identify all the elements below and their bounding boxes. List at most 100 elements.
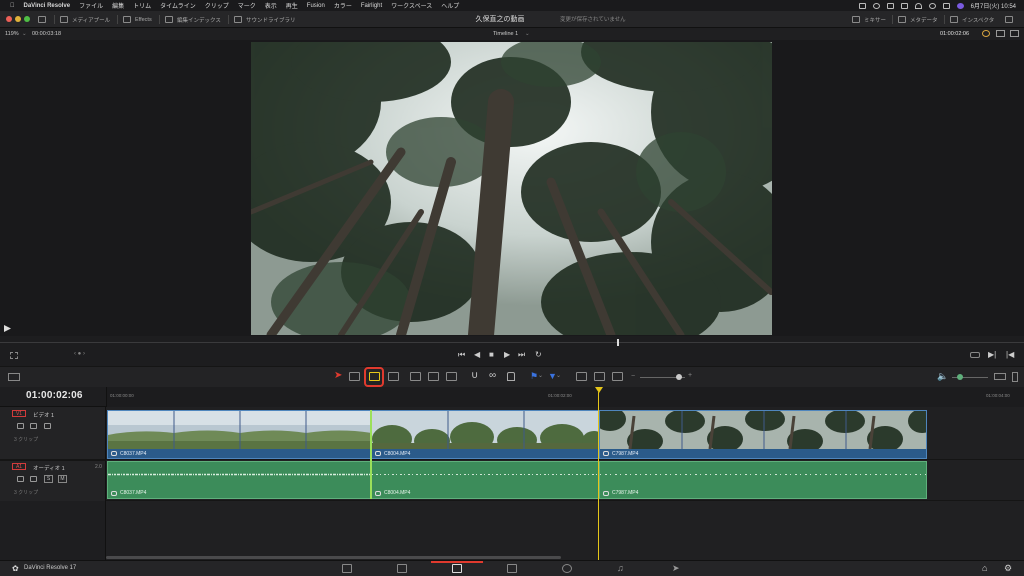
mute-button[interactable]: M (58, 475, 67, 483)
menu-clip[interactable]: クリップ (205, 1, 229, 10)
zoom-out-icon[interactable]: − (631, 373, 635, 380)
timeline-selector[interactable]: Timeline 1 (493, 31, 518, 37)
window-close-button[interactable] (6, 16, 12, 22)
zoom-full-icon[interactable] (576, 372, 587, 381)
snapping-icon[interactable]: ∪ (471, 370, 478, 381)
wifi-icon[interactable] (914, 2, 922, 9)
color-page-icon[interactable] (562, 564, 572, 573)
apple-logo-icon[interactable]:  (10, 3, 15, 9)
menu-fairlight[interactable]: Fairlight (361, 3, 382, 9)
menu-fusion[interactable]: Fusion (307, 3, 325, 9)
viewer-mode-icon[interactable] (10, 352, 18, 359)
video-clip[interactable]: C7987.MP4 (599, 410, 927, 459)
zoom-level[interactable]: 119% (5, 31, 19, 37)
bluetooth-icon[interactable] (900, 2, 908, 9)
dropbox-icon[interactable] (858, 2, 866, 9)
marker-chevron-icon[interactable]: ⌄ (556, 372, 561, 379)
cut-page-icon[interactable] (397, 564, 407, 573)
video-clip[interactable]: C8004.MP4 (371, 410, 599, 459)
timeline-view-options-icon[interactable] (8, 373, 20, 381)
flag-chevron-icon[interactable]: ⌄ (538, 372, 543, 379)
audio-track-header[interactable]: A1 オーディオ 1 2.0 S M 3 クリップ (0, 461, 106, 501)
flag-icon[interactable]: ⚑ (530, 371, 538, 382)
prev-next-nav-icon[interactable]: ‹ ● › (74, 351, 85, 357)
viewer-layout-icon[interactable] (996, 30, 1005, 37)
menu-edit[interactable]: 編集 (112, 1, 124, 10)
home-icon[interactable]: ⌂ (982, 563, 987, 573)
position-lock-icon[interactable] (507, 372, 515, 381)
record-icon[interactable] (872, 2, 880, 9)
menu-playback[interactable]: 再生 (286, 1, 298, 10)
siri-icon[interactable] (956, 2, 964, 9)
menu-color[interactable]: カラー (334, 1, 352, 10)
panel-toggle-button[interactable] (38, 15, 46, 24)
stop-icon[interactable]: ■ (489, 350, 494, 359)
blade-icon[interactable] (388, 372, 399, 381)
zoom-detail-icon[interactable] (594, 372, 605, 381)
audio-meter-icon[interactable] (994, 373, 1006, 380)
sound-library-button[interactable]: サウンドライブラリ (234, 15, 296, 24)
jog-bar[interactable] (0, 342, 1024, 343)
settings-icon[interactable]: ⚙ (1004, 563, 1012, 574)
menu-mark[interactable]: マーク (238, 1, 256, 10)
last-frame-icon[interactable]: |◀ (1006, 350, 1014, 359)
zoom-in-icon[interactable]: + (688, 372, 692, 379)
zoom-slider-handle[interactable] (676, 374, 682, 380)
edit-point-marker[interactable] (370, 410, 372, 499)
meter-toggle-icon[interactable] (1012, 372, 1018, 382)
color-dots-icon[interactable] (982, 30, 990, 37)
audio-track-name[interactable]: オーディオ 1 (33, 464, 65, 472)
replace-clip-icon[interactable] (446, 372, 457, 381)
next-frame-icon[interactable]: ▶| (988, 350, 996, 359)
audio-clip[interactable]: C8037.MP4 (107, 461, 371, 499)
insert-clip-icon[interactable] (410, 372, 421, 381)
selection-arrow-icon[interactable]: ➤ (334, 370, 342, 381)
effects-button[interactable]: Effects (123, 15, 152, 24)
media-pool-button[interactable]: メディアプール (60, 15, 110, 24)
timeline-chevron-icon[interactable]: ⌄ (525, 31, 530, 37)
dynamic-trim-icon[interactable] (369, 372, 380, 381)
viewer-options-icon[interactable] (1010, 30, 1019, 37)
play-reverse-icon[interactable]: ◀ (474, 350, 480, 359)
metadata-button[interactable]: メタデータ (898, 15, 938, 24)
mixer-button[interactable]: ミキサー (852, 15, 886, 24)
inspector-button[interactable]: インスペクタ (950, 15, 994, 24)
timeline-scrollbar[interactable] (106, 556, 561, 559)
window-zoom-button[interactable] (24, 16, 30, 22)
menubar-clock[interactable]: 6月7日(火) 10:54 (971, 1, 1016, 10)
audio-clip[interactable]: C8004.MP4 (371, 461, 599, 499)
zoom-chevron-icon[interactable]: ⌄ (22, 31, 27, 37)
audio-track-tag[interactable]: A1 (12, 463, 26, 470)
edit-index-button[interactable]: 編集インデックス (165, 15, 221, 24)
playhead-line[interactable] (598, 392, 599, 560)
auto-track-select-icon[interactable] (30, 423, 37, 429)
menu-app-name[interactable]: DaVinci Resolve (24, 3, 71, 9)
menu-help[interactable]: ヘルプ (441, 1, 459, 10)
keyboard-input-icon[interactable] (886, 2, 894, 9)
jog-playhead[interactable] (617, 339, 619, 346)
audio-clip[interactable]: C7987.MP4 (599, 461, 927, 499)
menu-trim[interactable]: トリム (133, 1, 151, 10)
panel-toggle-right-button[interactable] (1005, 15, 1013, 24)
deliver-page-icon[interactable]: ➤ (672, 563, 680, 574)
menu-file[interactable]: ファイル (79, 1, 103, 10)
edit-page-icon[interactable] (452, 564, 462, 573)
fusion-page-icon[interactable] (507, 564, 517, 573)
menu-workspace[interactable]: ワークスペース (391, 1, 432, 10)
match-frame-icon[interactable] (970, 352, 980, 358)
control-center-icon[interactable] (942, 2, 950, 9)
menu-timeline[interactable]: タイムライン (160, 1, 196, 10)
play-icon[interactable]: ▶ (504, 350, 510, 359)
linked-selection-icon[interactable]: ∞ (489, 370, 496, 381)
video-clip[interactable]: C8037.MP4 (107, 410, 371, 459)
video-track-header[interactable]: V1 ビデオ 1 3 クリップ (0, 407, 106, 459)
volume-icon[interactable]: 🔈 (937, 371, 948, 382)
solo-button[interactable]: S (44, 475, 53, 483)
zoom-icon[interactable] (612, 372, 623, 381)
menu-view[interactable]: 表示 (265, 1, 277, 10)
video-frame[interactable] (251, 42, 772, 335)
volume-slider-handle[interactable] (957, 374, 963, 380)
video-track-name[interactable]: ビデオ 1 (33, 411, 54, 419)
video-track-tag[interactable]: V1 (12, 410, 26, 417)
go-to-end-icon[interactable]: ⏭ (518, 350, 525, 360)
